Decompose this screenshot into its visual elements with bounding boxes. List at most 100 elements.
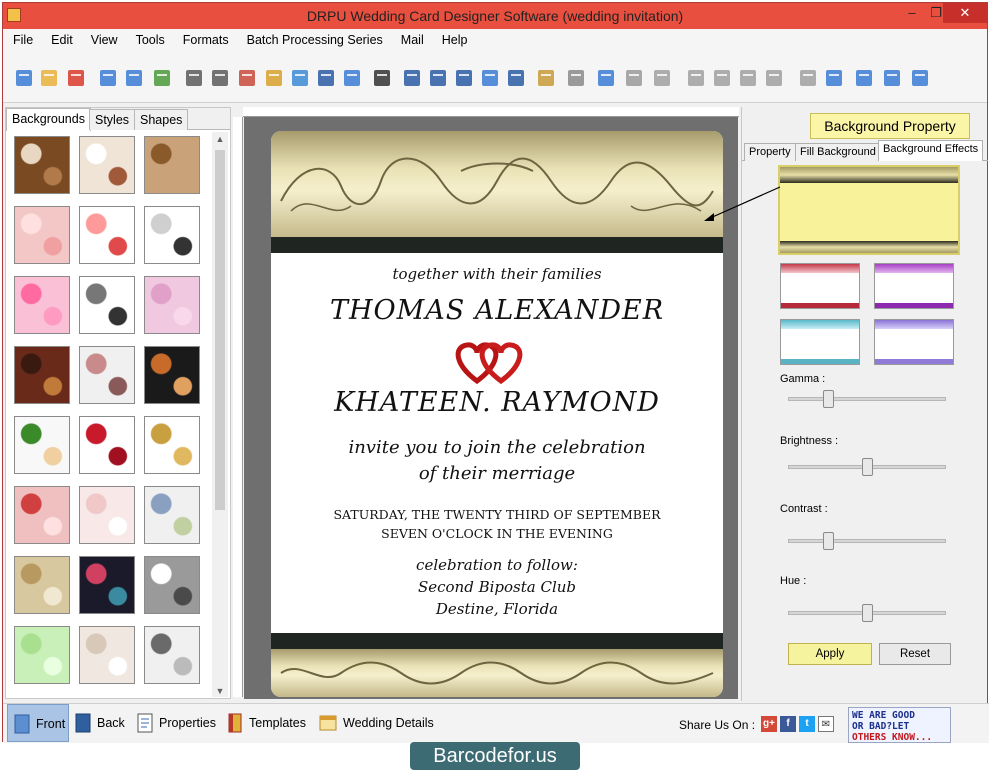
open-icon[interactable] [38, 67, 60, 89]
scroll-down-icon[interactable]: ▼ [212, 686, 228, 696]
brightness-knob[interactable] [862, 458, 873, 476]
families-line[interactable]: together with their families [271, 265, 723, 283]
menu-mail[interactable]: Mail [391, 29, 432, 47]
barcode-icon[interactable] [371, 67, 393, 89]
background-thumbnail[interactable] [79, 276, 135, 334]
effect-cyan[interactable] [780, 319, 860, 365]
image-icon[interactable] [289, 67, 311, 89]
background-thumbnail[interactable] [14, 486, 70, 544]
templates-button[interactable]: Templates [223, 704, 311, 742]
new-icon[interactable] [13, 67, 35, 89]
effect-red[interactable] [780, 263, 860, 309]
close-button[interactable]: ✕ [943, 3, 987, 23]
line-icon[interactable] [505, 67, 527, 89]
effect-purple[interactable] [874, 263, 954, 309]
date-line[interactable]: SATURDAY, THE TWENTY THIRD OF SEPTEMBER [271, 507, 723, 522]
hearts-icon[interactable] [451, 339, 531, 388]
time-line[interactable]: SEVEN O'CLOCK IN THE EVENING [271, 526, 723, 541]
venue-line[interactable]: Second Biposta Club [271, 578, 723, 596]
tab-styles[interactable]: Styles [89, 109, 136, 130]
back-button[interactable]: Back [71, 704, 131, 742]
background-thumbnail[interactable] [79, 416, 135, 474]
google-plus-icon[interactable]: g+ [761, 716, 777, 732]
background-thumbnail[interactable] [144, 136, 200, 194]
cut-icon[interactable] [651, 67, 673, 89]
background-thumbnail[interactable] [144, 206, 200, 264]
menu-formats[interactable]: Formats [173, 29, 237, 47]
signature-icon[interactable] [453, 67, 475, 89]
background-thumbnail[interactable] [14, 416, 70, 474]
wedding-details-button[interactable]: Wedding Details [315, 704, 441, 742]
hue-slider[interactable] [788, 604, 946, 622]
undo-icon[interactable] [595, 67, 617, 89]
properties-button[interactable]: Properties [133, 704, 219, 742]
grid-icon[interactable] [823, 67, 845, 89]
database2-icon[interactable] [565, 67, 587, 89]
front-button[interactable]: Front [7, 704, 69, 742]
gamma-knob[interactable] [823, 390, 834, 408]
menu-help[interactable]: Help [432, 29, 476, 47]
fit-icon[interactable] [881, 67, 903, 89]
wedding-card[interactable]: together with their families THOMAS ALEX… [271, 131, 723, 697]
background-thumbnail[interactable] [79, 206, 135, 264]
mail-icon[interactable] [479, 67, 501, 89]
pen-icon[interactable] [315, 67, 337, 89]
copy-icon[interactable] [685, 67, 707, 89]
left-scrollbar[interactable]: ▲ ▼ [212, 132, 228, 697]
twitter-icon[interactable]: t [799, 716, 815, 732]
effect-lavender[interactable] [874, 319, 954, 365]
effect-gold-selected[interactable] [778, 165, 960, 255]
redo-icon[interactable] [623, 67, 645, 89]
tab-shapes[interactable]: Shapes [134, 109, 189, 130]
close-doc-icon[interactable] [65, 67, 87, 89]
groom-name[interactable]: THOMAS ALEXANDER [271, 295, 723, 326]
contrast-knob[interactable] [823, 532, 834, 550]
menu-file[interactable]: File [3, 29, 41, 47]
print-preview-icon[interactable] [183, 67, 205, 89]
tab-property[interactable]: Property [744, 143, 796, 161]
background-thumbnail[interactable] [14, 136, 70, 194]
text-icon[interactable] [401, 67, 423, 89]
background-thumbnail[interactable] [144, 486, 200, 544]
place-line[interactable]: Destine, Florida [271, 600, 723, 618]
invite-line-2[interactable]: of their merriage [271, 463, 723, 484]
apply-button[interactable]: Apply [788, 643, 872, 665]
text-style-icon[interactable] [427, 67, 449, 89]
scroll-thumb[interactable] [215, 150, 225, 510]
background-thumbnail[interactable] [14, 556, 70, 614]
gift-icon[interactable] [263, 67, 285, 89]
paste-icon[interactable] [711, 67, 733, 89]
background-thumbnail[interactable] [79, 136, 135, 194]
contrast-slider[interactable] [788, 532, 946, 550]
background-thumbnail[interactable] [14, 626, 70, 684]
database-icon[interactable] [535, 67, 557, 89]
background-thumbnail[interactable] [79, 556, 135, 614]
send-back-icon[interactable] [797, 67, 819, 89]
background-thumbnail[interactable] [14, 276, 70, 334]
bride-name[interactable]: KHATEEN. RAYMOND [271, 387, 723, 418]
background-thumbnail[interactable] [79, 626, 135, 684]
tab-backgrounds[interactable]: Backgrounds [6, 108, 91, 131]
background-thumbnail[interactable] [14, 346, 70, 404]
one-to-one-icon[interactable] [853, 67, 875, 89]
menu-tools[interactable]: Tools [126, 29, 173, 47]
background-thumbnail[interactable] [144, 416, 200, 474]
scroll-up-icon[interactable]: ▲ [212, 134, 228, 144]
brightness-slider[interactable] [788, 458, 946, 476]
background-thumbnail[interactable] [144, 626, 200, 684]
invite-line-1[interactable]: invite you to join the celebration [271, 437, 723, 458]
background-thumbnail[interactable] [144, 346, 200, 404]
export-icon[interactable] [151, 67, 173, 89]
tab-background-effects[interactable]: Background Effects [878, 140, 984, 161]
zoom-icon[interactable] [909, 67, 931, 89]
bookmark-icon[interactable]: ✉ [818, 716, 834, 732]
background-thumbnail[interactable] [14, 206, 70, 264]
menu-edit[interactable]: Edit [41, 29, 81, 47]
delete-icon[interactable] [737, 67, 759, 89]
facebook-icon[interactable]: f [780, 716, 796, 732]
design-canvas[interactable]: together with their families THOMAS ALEX… [244, 117, 738, 699]
celebration-follow[interactable]: celebration to follow: [271, 556, 723, 574]
save-as-icon[interactable] [123, 67, 145, 89]
reset-button[interactable]: Reset [879, 643, 951, 665]
minimize-button[interactable]: – [899, 3, 925, 23]
